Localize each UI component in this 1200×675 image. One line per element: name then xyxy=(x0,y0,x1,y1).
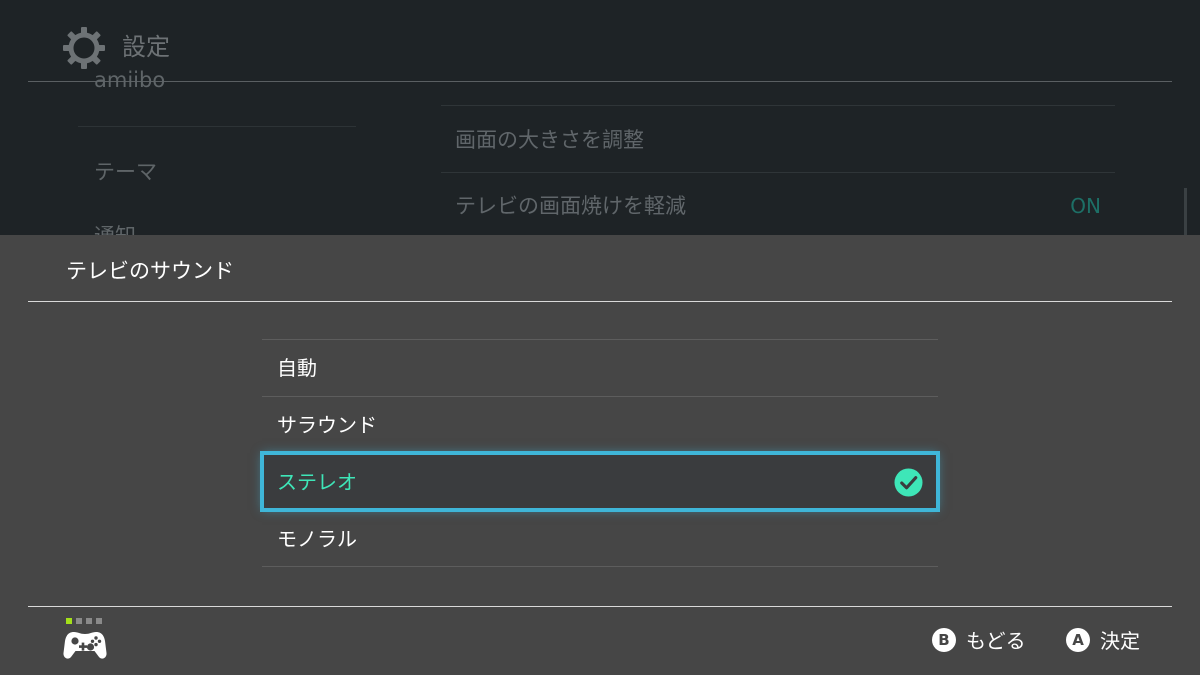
header-divider xyxy=(28,81,1172,82)
sidebar-divider xyxy=(78,126,356,127)
page-title: 設定 xyxy=(122,33,170,61)
tv-sound-sheet: テレビのサウンド 自動 サラウンド ステレオ モノラル B もどる A 決定 xyxy=(0,235,1200,675)
gear-icon xyxy=(63,27,105,69)
sheet-header-divider xyxy=(28,301,1172,302)
b-button-icon: B xyxy=(932,628,956,652)
row-divider xyxy=(441,172,1115,173)
player-2-dot xyxy=(76,618,82,624)
player-4-dot xyxy=(96,618,102,624)
player-indicator xyxy=(66,618,102,624)
sheet-title: テレビのサウンド xyxy=(66,259,234,283)
ok-button[interactable]: A 決定 xyxy=(1066,627,1146,655)
row-divider xyxy=(441,105,1115,106)
option-surround[interactable]: サラウンド xyxy=(262,396,938,453)
sidebar-item-theme[interactable]: テーマ xyxy=(94,158,157,186)
back-button[interactable]: B もどる xyxy=(932,627,1032,655)
option-label: サラウンド xyxy=(277,413,377,437)
back-button-label: もどる xyxy=(966,629,1026,653)
setting-row-burn-in-reduction[interactable]: テレビの画面焼けを軽減 xyxy=(455,192,686,220)
ok-button-label: 決定 xyxy=(1100,629,1140,653)
check-circle-icon xyxy=(894,468,923,497)
controller-icon xyxy=(63,632,107,659)
sound-options-list: 自動 サラウンド ステレオ モノラル xyxy=(260,339,940,567)
player-3-dot xyxy=(86,618,92,624)
option-label: モノラル xyxy=(277,527,357,551)
option-label: ステレオ xyxy=(277,470,357,494)
option-mono[interactable]: モノラル xyxy=(262,510,938,567)
setting-row-screen-size[interactable]: 画面の大きさを調整 xyxy=(455,126,644,154)
a-button-icon: A xyxy=(1066,628,1090,652)
footer-divider xyxy=(28,606,1172,607)
scrollbar[interactable] xyxy=(1184,188,1187,236)
burn-in-toggle-value: ON xyxy=(1070,194,1101,218)
option-label: 自動 xyxy=(277,356,317,380)
player-1-dot xyxy=(66,618,72,624)
settings-header: 設定 xyxy=(0,0,1200,82)
option-auto[interactable]: 自動 xyxy=(262,339,938,396)
option-stereo[interactable]: ステレオ xyxy=(260,451,940,512)
sidebar-item-amiibo[interactable]: amiibo xyxy=(94,66,165,94)
